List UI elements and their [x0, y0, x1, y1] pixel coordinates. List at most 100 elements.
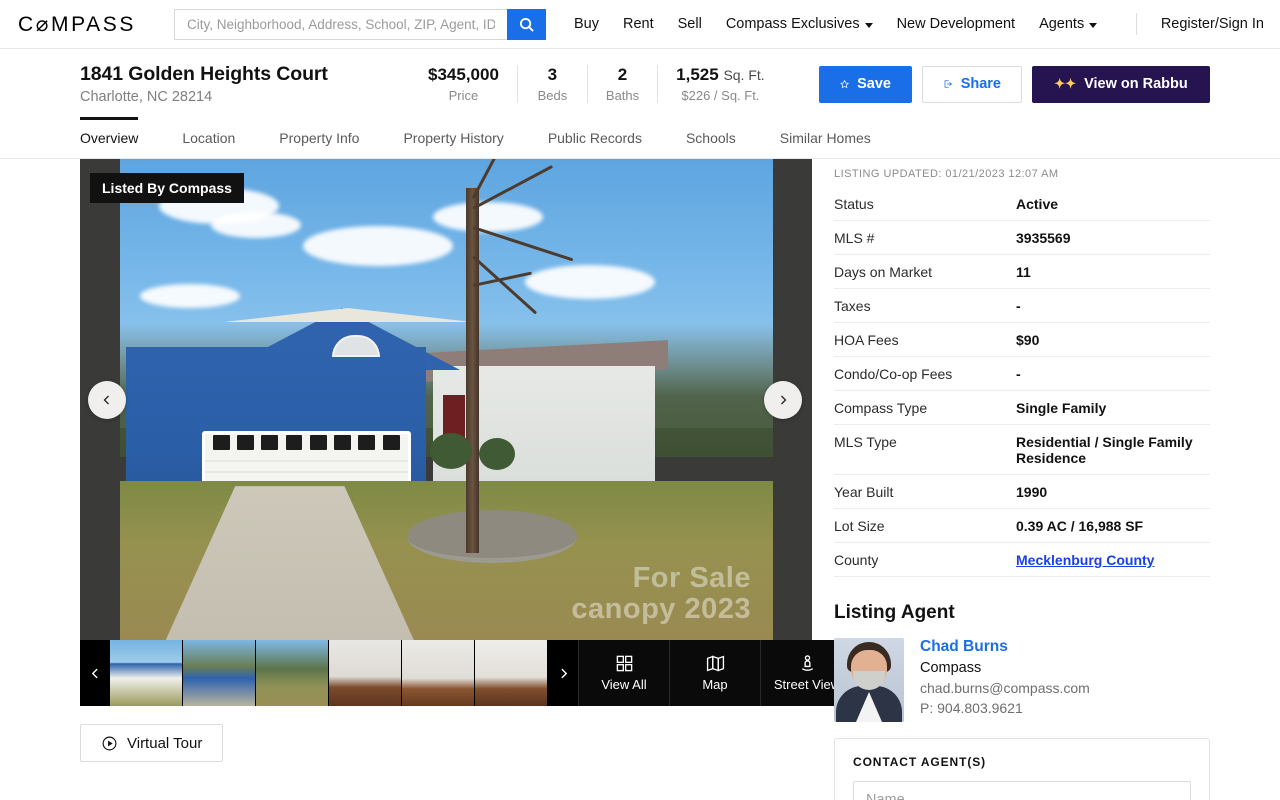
stat-sqft: 1,525 Sq. Ft. $226 / Sq. Ft. [657, 65, 783, 103]
header-account-area: Register/Sign In [1132, 13, 1264, 35]
gallery-prev-button[interactable] [88, 380, 126, 419]
fact-label: Year Built [834, 474, 1016, 509]
table-row: Taxes - [834, 288, 1210, 323]
property-stats: $345,000 Price 3 Beds 2 Baths 1,525 Sq. … [410, 65, 783, 103]
table-row: Compass Type Single Family [834, 390, 1210, 425]
fact-label: Days on Market [834, 254, 1016, 289]
contact-name-input[interactable] [853, 781, 1191, 800]
avatar [834, 638, 904, 722]
view-on-rabbu-button[interactable]: ✦✦ View on Rabbu [1032, 65, 1210, 103]
share-label: Share [960, 76, 1001, 92]
photo-gallery[interactable]: Listed By Compass For Sale canopy 2023 [80, 159, 812, 640]
tab-property-info[interactable]: Property Info [279, 117, 359, 158]
search-icon[interactable] [506, 8, 546, 40]
nav-item-buy[interactable]: Buy [574, 16, 599, 32]
nav-label: New Development [896, 16, 1016, 32]
tab-public-records[interactable]: Public Records [548, 117, 642, 158]
tab-location[interactable]: Location [182, 117, 235, 158]
fact-label: MLS Type [834, 424, 1016, 475]
grid-icon [616, 655, 632, 672]
thumbnail-5[interactable] [402, 640, 475, 706]
photo-gable-trim [224, 308, 473, 323]
section-tabs: Overview Location Property Info Property… [0, 117, 1280, 159]
nav-item-agents[interactable]: Agents [1039, 16, 1098, 32]
listed-by-badge: Listed By Compass [90, 173, 244, 203]
stat-price: $345,000 Price [410, 65, 517, 103]
fact-label: Status [834, 187, 1016, 221]
table-row: Condo/Co-op Fees - [834, 356, 1210, 391]
map-button[interactable]: Map [669, 640, 760, 706]
compass-logo[interactable]: C⌀MPASS [18, 12, 136, 37]
stat-value: $345,000 [428, 65, 499, 84]
contact-agents-heading: CONTACT AGENT(S) [853, 755, 987, 769]
fact-value: 0.39 AC / 16,988 SF [1016, 508, 1210, 543]
gallery-column: Listed By Compass For Sale canopy 2023 V… [80, 159, 853, 800]
fact-value: - [1016, 288, 1210, 323]
view-all-button[interactable]: View All [578, 640, 669, 706]
nav-item-compass-exclusives[interactable]: Compass Exclusives [726, 16, 873, 32]
tab-schools[interactable]: Schools [686, 117, 736, 158]
share-button[interactable]: Share [922, 65, 1022, 103]
table-row: County Mecklenburg County [834, 542, 1210, 577]
street-view-icon [801, 655, 813, 671]
search-box [173, 8, 546, 40]
nav-item-rent[interactable]: Rent [623, 16, 654, 32]
rabbu-label: View on Rabbu [1084, 76, 1188, 92]
tab-property-history[interactable]: Property History [403, 117, 503, 158]
virtual-tour-label: Virtual Tour [127, 734, 203, 752]
chevron-right-icon [560, 668, 567, 678]
photo-bush [479, 437, 516, 470]
county-link[interactable]: Mecklenburg County [1016, 552, 1154, 568]
thumbnail-6[interactable] [475, 640, 548, 706]
fact-value: $90 [1016, 322, 1210, 357]
thumbnails-prev-button[interactable] [80, 640, 110, 706]
thumbnails-next-button[interactable] [548, 640, 578, 706]
stat-value: 1,525 [676, 65, 719, 84]
thumbnail-strip: View All Map Street View [80, 640, 853, 706]
main-nav: Buy Rent Sell Compass Exclusives New Dev… [574, 13, 1264, 35]
listing-agent-card: Chad Burns Compass chad.burns@compass.co… [834, 638, 1210, 722]
nav-item-sell[interactable]: Sell [678, 16, 702, 32]
save-button[interactable]: Save [819, 65, 912, 103]
chevron-left-icon [91, 668, 98, 678]
details-column: LISTING UPDATED: 01/21/2023 12:07 AM Sta… [834, 159, 1210, 800]
thumbnail-4[interactable] [329, 640, 402, 706]
stat-value: 2 [617, 65, 628, 84]
fact-value: 3935569 [1016, 220, 1210, 255]
fact-label: Compass Type [834, 390, 1016, 425]
agent-name-link[interactable]: Chad Burns [920, 638, 1090, 656]
fact-value: Residential / Single Family Residence [1016, 424, 1210, 475]
agent-email[interactable]: chad.burns@compass.com [920, 680, 1090, 696]
listing-updated: LISTING UPDATED: 01/21/2023 12:07 AM [834, 168, 1059, 180]
map-label: Map [702, 677, 728, 692]
agent-phone[interactable]: P: 904.803.9621 [920, 700, 1090, 716]
share-icon [944, 80, 953, 88]
fact-label: County [834, 542, 1016, 577]
thumbnail-3[interactable] [256, 640, 329, 706]
address-locality: Charlotte, NC 28214 [80, 89, 213, 105]
nav-label: Compass Exclusives [725, 16, 860, 32]
register-signin-link[interactable]: Register/Sign In [1161, 16, 1264, 32]
search-input[interactable] [173, 8, 507, 40]
main-content: Listed By Compass For Sale canopy 2023 V… [0, 159, 1280, 800]
fact-value: Single Family [1016, 390, 1210, 425]
nav-item-new-development[interactable]: New Development [897, 16, 1015, 32]
tab-overview[interactable]: Overview [80, 117, 139, 158]
table-row: MLS # 3935569 [834, 220, 1210, 255]
thumbnail-2[interactable] [183, 640, 256, 706]
virtual-tour-button[interactable]: Virtual Tour [80, 724, 224, 762]
stat-unit: Sq. Ft. [723, 67, 765, 83]
contact-agents-card: CONTACT AGENT(S) [834, 738, 1210, 800]
street-view-label: Street View [773, 677, 841, 692]
table-row: Year Built 1990 [834, 474, 1210, 509]
cloud-shape [139, 284, 240, 309]
save-label: Save [857, 76, 891, 92]
stat-label: Baths [605, 88, 640, 103]
hero-photo[interactable]: For Sale canopy 2023 [120, 159, 773, 640]
nav-label: Buy [573, 16, 599, 32]
table-row: Days on Market 11 [834, 254, 1210, 289]
tab-similar-homes[interactable]: Similar Homes [780, 117, 871, 158]
gallery-next-button[interactable] [764, 380, 802, 419]
thumbnail-1[interactable] [110, 640, 183, 706]
site-header: C⌀MPASS Buy Rent Sell Compass Exclusives… [0, 0, 1280, 49]
